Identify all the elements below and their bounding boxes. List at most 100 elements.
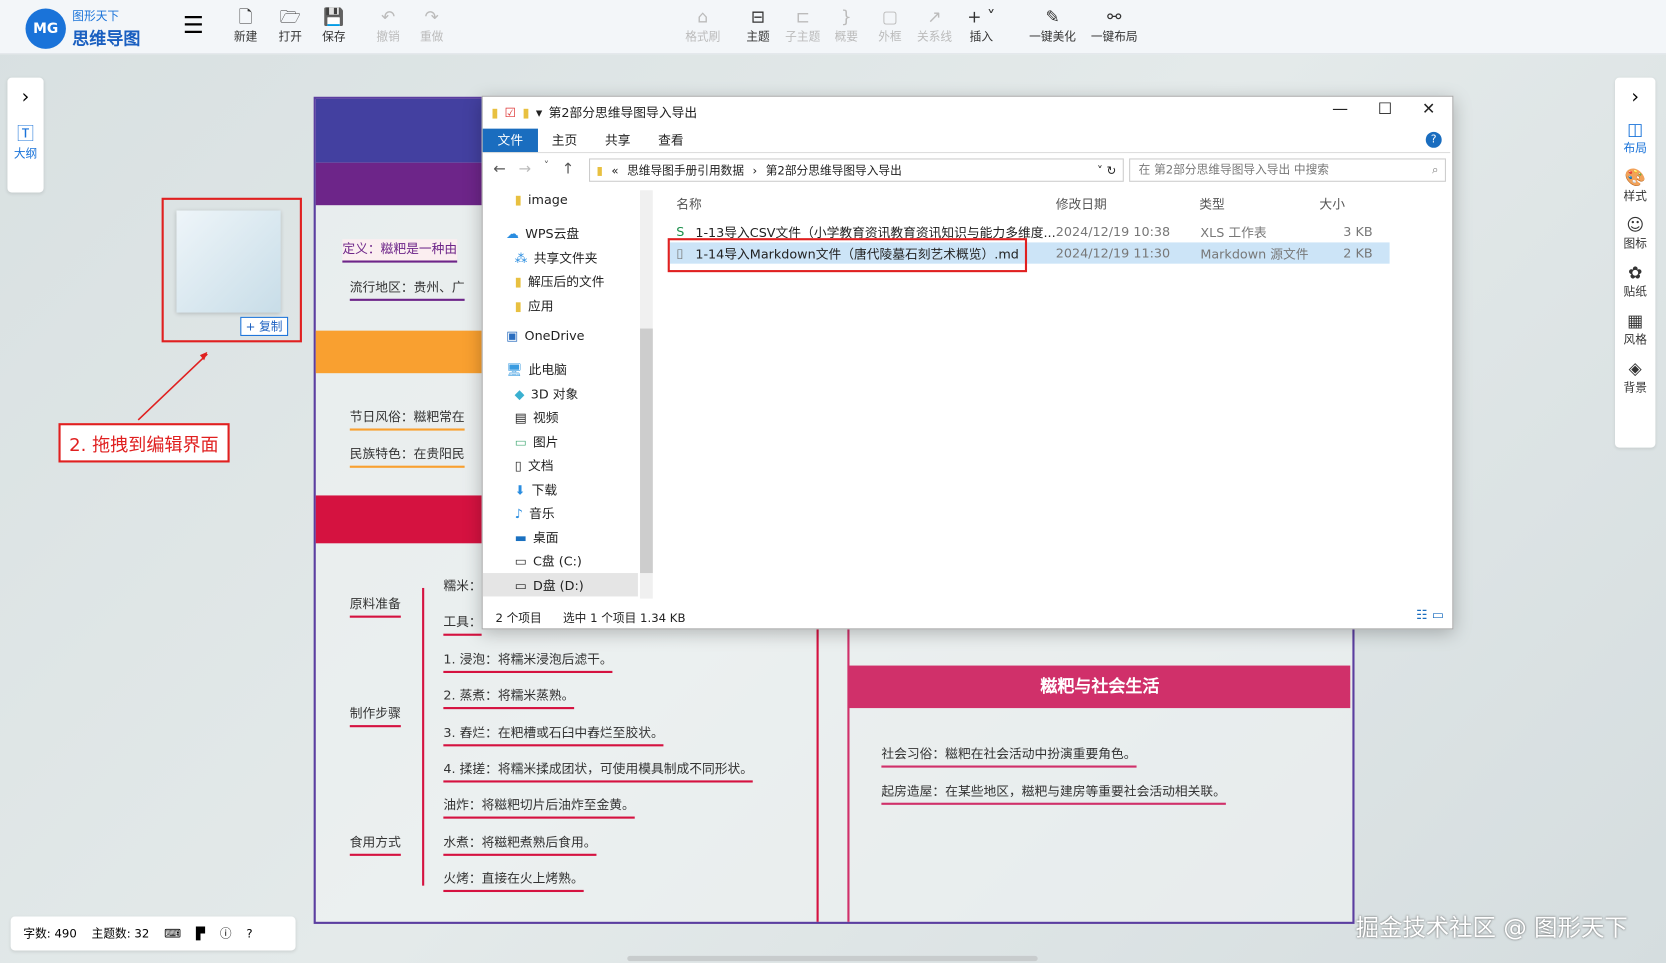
onedrive-icon: ▣ bbox=[506, 328, 519, 344]
nav-label: image bbox=[527, 192, 568, 208]
window-title: 第2部分思维导图导入导出 bbox=[548, 105, 698, 121]
nav-downloads[interactable]: ⬇ 下载 bbox=[515, 481, 558, 499]
folder-icon: ▮ bbox=[596, 163, 603, 178]
forward-icon[interactable]: → bbox=[519, 161, 531, 178]
nav-label: 音乐 bbox=[529, 506, 555, 521]
properties-icon[interactable]: ☑ bbox=[505, 105, 516, 120]
selection-info: 选中 1 个项目 1.34 KB bbox=[562, 611, 686, 626]
col-name[interactable]: 名称 bbox=[676, 195, 702, 213]
file-size: 2 KB bbox=[1343, 245, 1373, 261]
new-folder-icon[interactable]: ▮ bbox=[522, 105, 529, 120]
nav-label: 共享文件夹 bbox=[533, 250, 598, 266]
back-icon[interactable]: ← bbox=[493, 161, 505, 178]
address-bar[interactable]: ▮ « 思维导图手册引用数据 › 第2部分思维导图导入导出 ˅ ↻ bbox=[589, 158, 1124, 182]
window-controls: — ☐ ✕ bbox=[1332, 99, 1435, 118]
minimize-icon[interactable]: — bbox=[1332, 99, 1348, 118]
desktop-icon: ▬ bbox=[514, 530, 527, 545]
film-icon: ▤ bbox=[514, 409, 527, 425]
nav-this-pc[interactable]: 🖥 此电脑 bbox=[506, 360, 567, 378]
nav-drive-c[interactable]: ▭ C盘 (C:) bbox=[515, 552, 582, 570]
nav-buttons: ← → ˅ ↑ bbox=[493, 161, 574, 178]
nav-label: 3D 对象 bbox=[530, 387, 579, 402]
path-overflow[interactable]: « bbox=[611, 163, 618, 177]
col-type[interactable]: 类型 bbox=[1199, 195, 1225, 213]
horizontal-scrollbar[interactable] bbox=[627, 955, 1038, 962]
help-icon[interactable]: ? bbox=[246, 927, 252, 941]
search-input[interactable]: 在 第2部分思维导图导入导出 中搜索 ⌕ bbox=[1129, 158, 1446, 182]
col-size[interactable]: 大小 bbox=[1319, 195, 1345, 213]
nav-label: 图片 bbox=[533, 434, 559, 450]
col-date[interactable]: 修改日期 bbox=[1056, 195, 1107, 213]
outline-toggle-icon[interactable]: ▛ bbox=[196, 927, 205, 941]
help-icon[interactable]: ? bbox=[1425, 131, 1442, 148]
close-icon[interactable]: ✕ bbox=[1422, 99, 1435, 118]
explorer-statusbar: 2 个项目 选中 1 个项目 1.34 KB bbox=[495, 609, 685, 626]
details-view-icon[interactable]: ☷ bbox=[1416, 607, 1427, 622]
cube-icon: ◆ bbox=[514, 386, 525, 402]
nav-videos[interactable]: ▤ 视频 bbox=[515, 408, 559, 426]
spreadsheet-icon: S bbox=[676, 224, 685, 240]
breadcrumb-item[interactable]: 思维导图手册引用数据 bbox=[627, 162, 744, 179]
nav-label: 文档 bbox=[527, 458, 554, 474]
file-type: XLS 工作表 bbox=[1200, 224, 1267, 240]
tab-file[interactable]: 文件 bbox=[482, 128, 538, 153]
nav-wps-cloud[interactable]: ☁ WPS云盘 bbox=[506, 224, 579, 242]
nav-unzipped[interactable]: ▮ 解压后的文件 bbox=[515, 272, 605, 290]
tab-share[interactable]: 共享 bbox=[591, 129, 644, 152]
nav-label: 解压后的文件 bbox=[527, 274, 605, 290]
word-count: 字数: 490 bbox=[23, 927, 77, 941]
download-icon: ⬇ bbox=[514, 482, 526, 498]
nav-image[interactable]: ▮ image bbox=[515, 192, 568, 207]
thumbnail-view-icon[interactable]: ▭ bbox=[1432, 607, 1444, 622]
nav-label: 视频 bbox=[533, 410, 559, 426]
maximize-icon[interactable]: ☐ bbox=[1378, 99, 1392, 118]
picture-icon: ▭ bbox=[514, 434, 527, 450]
keyboard-icon[interactable]: ⌨ bbox=[164, 927, 181, 941]
drive-icon: ▭ bbox=[514, 577, 527, 593]
nav-desktop[interactable]: ▬ 桌面 bbox=[515, 528, 559, 546]
nav-3d[interactable]: ◆ 3D 对象 bbox=[515, 385, 579, 403]
customize-dropdown-icon[interactable]: ▾ bbox=[536, 105, 542, 120]
folder-icon: ▮ bbox=[491, 104, 499, 120]
folder-icon: ▮ bbox=[514, 192, 522, 208]
recent-dropdown-icon[interactable]: ˅ bbox=[544, 161, 549, 178]
file-type: Markdown 源文件 bbox=[1200, 246, 1309, 262]
nav-scrollbar[interactable] bbox=[640, 190, 653, 599]
nav-apps[interactable]: ▮ 应用 bbox=[515, 297, 554, 315]
breadcrumb-separator: › bbox=[752, 163, 758, 178]
statusbar: 字数: 490 主题数: 32 ⌨ ▛ ⓘ? bbox=[10, 916, 296, 951]
tab-view[interactable]: 查看 bbox=[644, 129, 697, 152]
computer-icon: 🖥 bbox=[506, 362, 523, 377]
tab-home[interactable]: 主页 bbox=[538, 129, 591, 152]
nav-drive-d[interactable]: ▭ D盘 (D:) bbox=[515, 576, 584, 594]
quick-access-toolbar: ▮ ☑ ▮ ▾ 第2部分思维导图导入导出 bbox=[491, 103, 697, 121]
step2-label: 2. 拖拽到编辑界面 bbox=[58, 423, 230, 463]
file-highlight bbox=[667, 238, 1028, 273]
item-count: 2 个项目 bbox=[495, 611, 542, 626]
topic-count: 主题数: 32 bbox=[91, 927, 150, 941]
document-icon: ▯ bbox=[514, 457, 522, 473]
cloud-icon: ☁ bbox=[506, 225, 519, 241]
file-date: 2024/12/19 10:38 bbox=[1055, 224, 1171, 240]
refresh-icon[interactable]: ˅ ↻ bbox=[1097, 163, 1116, 177]
nav-label: OneDrive bbox=[524, 328, 585, 344]
nav-label: WPS云盘 bbox=[525, 226, 580, 242]
nav-pictures[interactable]: ▭ 图片 bbox=[515, 433, 559, 451]
folder-icon: ▮ bbox=[514, 273, 522, 289]
file-explorer-window: ▮ ☑ ▮ ▾ 第2部分思维导图导入导出 — ☐ ✕ 文件 主页 共享 查看 ? ←… bbox=[481, 95, 1454, 630]
search-icon: ⌕ bbox=[1431, 162, 1439, 177]
nav-label: D盘 (D:) bbox=[533, 578, 584, 594]
file-date: 2024/12/19 11:30 bbox=[1055, 245, 1171, 261]
arrow-step2 bbox=[137, 353, 208, 421]
nav-label: C盘 (C:) bbox=[533, 553, 582, 569]
nav-music[interactable]: ♪ 音乐 bbox=[515, 504, 555, 522]
breadcrumb-item[interactable]: 第2部分思维导图导入导出 bbox=[766, 162, 902, 179]
info-icon[interactable]: ⓘ bbox=[220, 925, 232, 942]
nav-label: 此电脑 bbox=[528, 362, 567, 378]
nav-onedrive[interactable]: ▣ OneDrive bbox=[506, 329, 584, 344]
music-icon: ♪ bbox=[514, 505, 523, 521]
nav-documents[interactable]: ▯ 文档 bbox=[515, 456, 554, 474]
watermark: 掘金技术社区 @ 图形天下 bbox=[1355, 915, 1628, 942]
up-icon[interactable]: ↑ bbox=[562, 161, 574, 178]
nav-shared[interactable]: ⁂ 共享文件夹 bbox=[515, 249, 598, 267]
